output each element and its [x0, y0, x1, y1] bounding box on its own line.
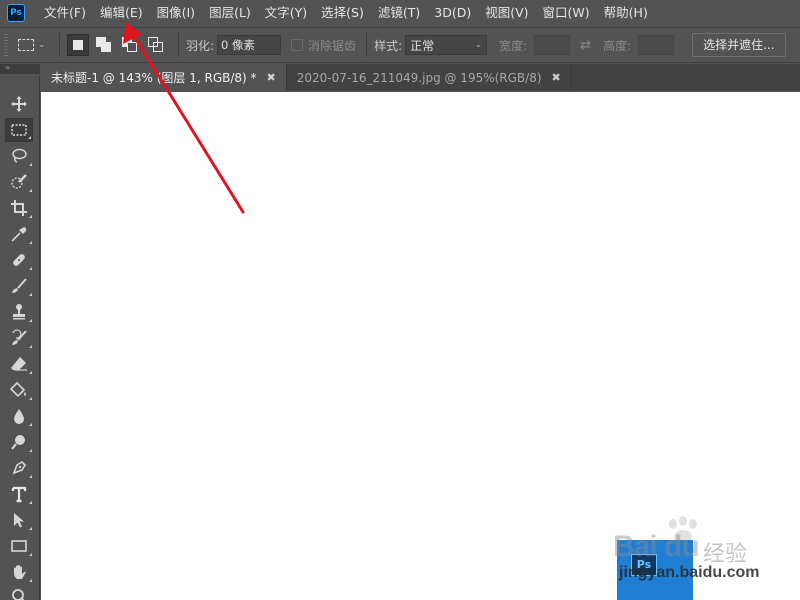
eyedropper-icon — [11, 227, 27, 242]
photoshop-logo-icon[interactable]: Ps — [7, 4, 25, 22]
paint-bucket-tool[interactable] — [5, 378, 33, 402]
watermark-brand: Bai du — [613, 530, 700, 563]
select-and-mask-button[interactable]: 选择并遮住... — [692, 33, 786, 57]
menu-3d[interactable]: 3D(D) — [427, 0, 478, 26]
hand-icon — [14, 565, 26, 579]
rectangle-icon — [11, 540, 27, 552]
close-icon[interactable]: ✖ — [267, 71, 276, 84]
new-selection-button[interactable] — [67, 34, 89, 56]
style-label: 样式: — [374, 38, 403, 53]
blur-tool[interactable] — [5, 404, 33, 428]
tab-untitled-1[interactable]: 未标题-1 @ 143% (图层 1, RGB/8) * ✖ — [41, 64, 287, 91]
tools-panel — [0, 75, 40, 600]
move-tool[interactable] — [5, 92, 33, 116]
paint-bucket-icon — [10, 381, 26, 398]
width-input[interactable] — [534, 35, 571, 55]
style-select[interactable]: 正常 ⌄ — [405, 35, 488, 55]
subtract-from-selection-button[interactable] — [119, 34, 141, 56]
arrow-cursor-icon — [14, 513, 24, 528]
tab-label: 未标题-1 @ 143% (图层 1, RGB/8) * — [51, 71, 257, 85]
magnifier-icon — [12, 589, 25, 600]
menu-type[interactable]: 文字(Y) — [258, 0, 314, 26]
baidu-jingyan-watermark: Ps Bai du 经验 jingyan.baidu.com — [605, 510, 800, 600]
lasso-icon — [12, 148, 27, 163]
crop-tool[interactable] — [5, 196, 33, 220]
style-select-value: 正常 — [410, 38, 435, 53]
chevron-down-icon: ⌄ — [474, 40, 483, 50]
brush-tool[interactable] — [5, 274, 33, 298]
quick-selection-icon — [11, 174, 27, 189]
history-brush-tool[interactable] — [5, 326, 33, 350]
intersect-selection-button[interactable] — [145, 34, 167, 56]
menu-image[interactable]: 图像(I) — [150, 0, 202, 26]
type-tool[interactable] — [5, 482, 33, 506]
antialias-checkbox[interactable] — [291, 39, 304, 51]
intersect-selection-icon — [148, 37, 164, 53]
rectangle-tool[interactable] — [5, 534, 33, 558]
subtract-selection-icon — [122, 37, 138, 53]
menu-help[interactable]: 帮助(H) — [597, 0, 655, 26]
eyedropper-tool[interactable] — [5, 222, 33, 246]
close-icon[interactable]: ✖ — [552, 71, 561, 84]
height-input[interactable] — [638, 35, 675, 55]
history-brush-icon — [12, 329, 27, 345]
dodge-tool[interactable] — [5, 430, 33, 454]
feather-input[interactable]: 0 像素 — [217, 35, 282, 55]
menu-layer[interactable]: 图层(L) — [202, 0, 258, 26]
menu-filter[interactable]: 滤镜(T) — [371, 0, 427, 26]
eraser-icon — [11, 357, 27, 371]
width-label: 宽度: — [499, 38, 528, 53]
divider — [59, 33, 60, 57]
move-icon — [11, 96, 27, 112]
menu-view[interactable]: 视图(V) — [478, 0, 535, 26]
lasso-tool[interactable] — [5, 144, 33, 168]
hand-tool[interactable] — [5, 560, 33, 584]
clone-stamp-tool[interactable] — [5, 300, 33, 324]
quick-selection-tool[interactable] — [5, 170, 33, 194]
add-to-selection-button[interactable] — [93, 34, 115, 56]
path-selection-tool[interactable] — [5, 508, 33, 532]
menu-edit[interactable]: 编辑(E) — [93, 0, 150, 26]
zoom-tool[interactable] — [5, 584, 33, 600]
swap-icon[interactable]: ⇄ — [580, 38, 591, 53]
bandage-icon — [13, 254, 25, 266]
menu-file[interactable]: 文件(F) — [37, 0, 93, 26]
marquee-icon — [18, 39, 34, 51]
water-drop-icon — [14, 409, 24, 424]
antialias-label: 消除锯齿 — [308, 38, 357, 53]
toolbar-collapse-handle[interactable]: » — [0, 64, 40, 74]
menu-bar: Ps 文件(F) 编辑(E) 图像(I) 图层(L) 文字(Y) 选择(S) 滤… — [0, 0, 800, 26]
eraser-tool[interactable] — [5, 352, 33, 376]
divider — [366, 33, 368, 57]
options-bar: ⌄ 羽化: 0 像素 消除锯齿 样式: 正常 ⌄ 宽度: ⇄ 高度: 选择并遮住… — [0, 27, 800, 63]
pen-icon — [12, 460, 27, 475]
document-tab-bar: 未标题-1 @ 143% (图层 1, RGB/8) * ✖ 2020-07-1… — [41, 64, 800, 91]
type-icon — [11, 486, 27, 503]
rectangular-marquee-icon — [11, 124, 27, 136]
menu-window[interactable]: 窗口(W) — [536, 0, 597, 26]
pen-tool[interactable] — [5, 456, 33, 480]
add-selection-icon — [96, 37, 112, 53]
tab-screenshot-jpg[interactable]: 2020-07-16_211049.jpg @ 195%(RGB/8) ✖ — [286, 64, 572, 91]
dodge-icon — [11, 435, 25, 450]
height-label: 高度: — [603, 38, 632, 53]
stamp-icon — [13, 304, 25, 320]
tab-label: 2020-07-16_211049.jpg @ 195%(RGB/8) — [296, 70, 542, 85]
watermark-url: jingyan.baidu.com — [619, 564, 760, 581]
new-selection-icon — [73, 40, 83, 50]
spot-healing-brush-tool[interactable] — [5, 248, 33, 272]
crop-icon — [11, 200, 27, 216]
options-bar-grip[interactable] — [4, 34, 8, 56]
feather-label: 羽化: — [186, 38, 215, 53]
brush-icon — [12, 278, 27, 293]
rectangular-marquee-tool[interactable] — [5, 118, 33, 142]
tool-preset-picker[interactable]: ⌄ — [18, 39, 52, 51]
divider — [178, 33, 179, 57]
chevron-down-icon: ⌄ — [38, 40, 46, 50]
menu-select[interactable]: 选择(S) — [314, 0, 371, 26]
